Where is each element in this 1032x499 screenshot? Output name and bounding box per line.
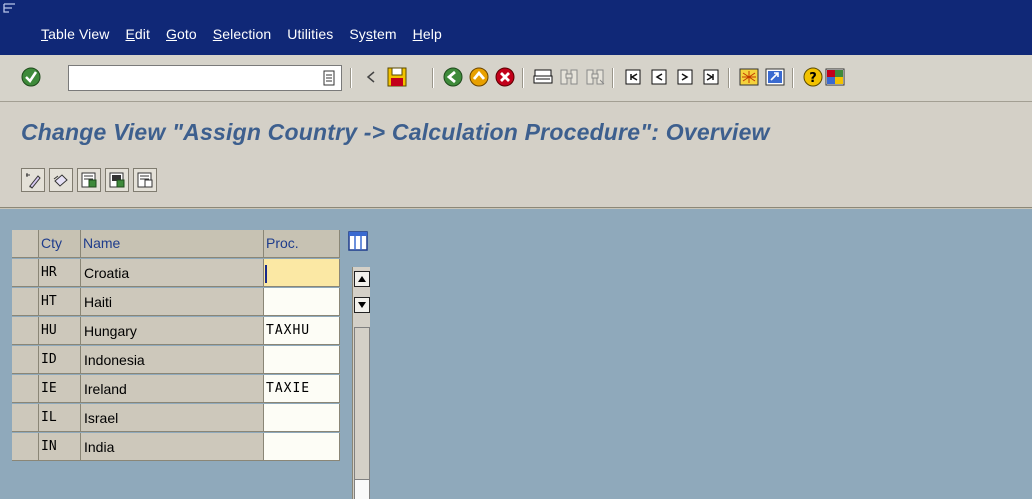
menu-selection[interactable]: Selection: [213, 26, 272, 42]
select-all-icon[interactable]: [77, 168, 101, 192]
okcode-history-icon[interactable]: [323, 70, 335, 86]
proc-input[interactable]: [264, 288, 340, 316]
row-selector[interactable]: [12, 433, 39, 461]
cell-name: Croatia: [81, 259, 264, 287]
row-selector[interactable]: [12, 259, 39, 287]
exit-icon[interactable]: [466, 64, 492, 90]
print-icon[interactable]: [530, 64, 556, 90]
row-selector[interactable]: [12, 317, 39, 345]
cell-cty: HT: [39, 288, 81, 316]
row-selector[interactable]: [12, 375, 39, 403]
arrow-up-icon: [358, 276, 366, 282]
select-block-icon[interactable]: [105, 168, 129, 192]
menu-help[interactable]: Help: [413, 26, 442, 42]
proc-input[interactable]: [264, 404, 340, 432]
find-icon[interactable]: [556, 64, 582, 90]
enter-icon[interactable]: [18, 64, 44, 90]
previous-page-icon[interactable]: [646, 64, 672, 90]
cell-cty: HR: [39, 259, 81, 287]
cell-name: Haiti: [81, 288, 264, 316]
last-page-icon[interactable]: [698, 64, 724, 90]
menu-bar: Table View Edit Goto Selection Utilities…: [0, 0, 1032, 55]
menu-utilities[interactable]: Utilities: [287, 26, 333, 42]
row-selector[interactable]: [12, 404, 39, 432]
select-all-cell[interactable]: [12, 230, 39, 258]
command-field[interactable]: [68, 65, 342, 91]
standard-toolbar: ?: [0, 55, 1032, 102]
proc-input[interactable]: [264, 259, 340, 287]
cell-name: Indonesia: [81, 346, 264, 374]
menu-edit[interactable]: Edit: [125, 26, 150, 42]
cell-cty: IN: [39, 433, 81, 461]
shortcut-icon[interactable]: [762, 64, 788, 90]
arrow-down-icon: [358, 302, 366, 308]
proc-input[interactable]: TAXIE: [264, 375, 340, 403]
proc-input[interactable]: [264, 346, 340, 374]
undo-icon[interactable]: [49, 168, 73, 192]
save-icon[interactable]: [384, 64, 410, 90]
cell-cty: IE: [39, 375, 81, 403]
first-page-icon[interactable]: [620, 64, 646, 90]
back-arrow-icon[interactable]: [358, 64, 384, 90]
cell-cty: IL: [39, 404, 81, 432]
next-page-icon[interactable]: [672, 64, 698, 90]
column-header-name[interactable]: Name: [81, 230, 264, 258]
layout-menu-icon[interactable]: [822, 64, 848, 90]
display-change-icon[interactable]: [21, 168, 45, 192]
row-selector[interactable]: [12, 288, 39, 316]
cell-name: India: [81, 433, 264, 461]
cell-cty: ID: [39, 346, 81, 374]
deselect-all-icon[interactable]: [133, 168, 157, 192]
proc-input[interactable]: [264, 433, 340, 461]
vertical-scrollbar[interactable]: [352, 267, 370, 499]
column-header-proc[interactable]: Proc.: [264, 230, 340, 258]
create-session-icon[interactable]: [736, 64, 762, 90]
column-header-cty[interactable]: Cty: [39, 230, 81, 258]
scroll-down-button[interactable]: [354, 297, 370, 313]
menu-goto[interactable]: Goto: [166, 26, 197, 42]
scroll-thumb[interactable]: [354, 479, 370, 499]
find-next-icon[interactable]: [582, 64, 608, 90]
proc-input[interactable]: TAXHU: [264, 317, 340, 345]
cell-name: Ireland: [81, 375, 264, 403]
text-cursor: [265, 265, 267, 283]
application-toolbar: [0, 158, 1032, 208]
scroll-up-button[interactable]: [354, 271, 370, 287]
back-icon[interactable]: [440, 64, 466, 90]
page-title: Change View "Assign Country -> Calculati…: [21, 119, 770, 145]
row-selector[interactable]: [12, 346, 39, 374]
cancel-icon[interactable]: [492, 64, 518, 90]
cell-cty: HU: [39, 317, 81, 345]
table-settings-icon[interactable]: [348, 231, 368, 251]
system-menu-icon[interactable]: [3, 3, 17, 14]
scroll-track[interactable]: [354, 327, 370, 499]
cell-name: Israel: [81, 404, 264, 432]
menu-system[interactable]: System: [349, 26, 396, 42]
work-area: Cty Name Proc. HR Croatia HT Haiti HU Hu…: [0, 209, 1032, 499]
menu-table-view[interactable]: Table View: [41, 26, 109, 42]
title-area: Change View "Assign Country -> Calculati…: [0, 102, 1032, 158]
cell-name: Hungary: [81, 317, 264, 345]
svg-text:?: ?: [809, 71, 817, 86]
